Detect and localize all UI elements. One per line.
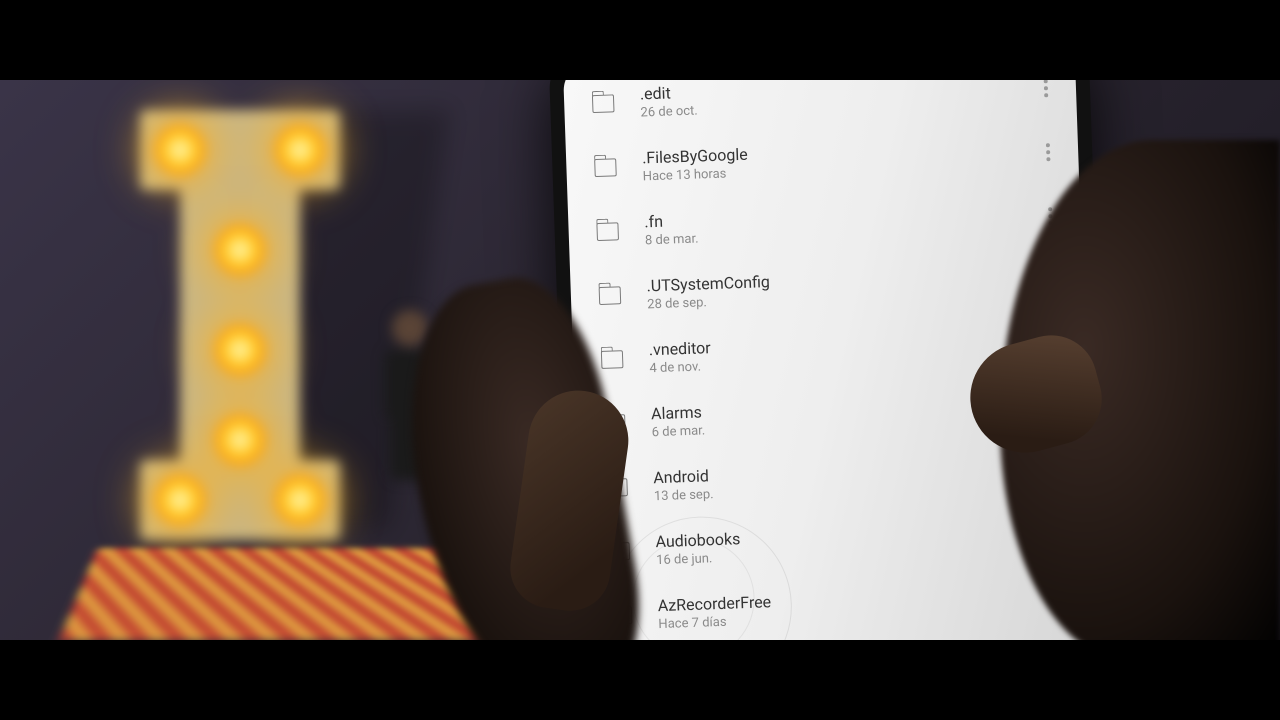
- folder-text: .UTSystemConfig28 de sep.: [646, 262, 1033, 312]
- folder-text: .FilesByGoogleHace 13 horas: [642, 135, 1029, 185]
- folder-icon: [596, 222, 619, 241]
- folder-text: .edit26 de oct.: [640, 80, 1027, 121]
- letterbox-bottom: [0, 640, 1280, 720]
- folder-icon: [599, 286, 622, 305]
- marquee-letter-i: [130, 110, 350, 540]
- folder-icon: [601, 350, 624, 369]
- background-scene: .edit26 de oct. .FilesByGoogleHace 13 hor…: [0, 80, 1280, 640]
- more-options-icon[interactable]: [1036, 80, 1057, 98]
- table-surface: [59, 548, 502, 640]
- folder-text: AzRecorderFreeHace 7 días: [657, 582, 1044, 632]
- more-options-icon[interactable]: [1038, 143, 1059, 162]
- letterbox-top: [0, 0, 1280, 80]
- folder-icon: [594, 158, 617, 177]
- folder-text: Android13 de sep.: [653, 454, 1040, 504]
- folder-text: .fn8 de mar.: [644, 199, 1031, 249]
- folder-icon: [592, 94, 615, 113]
- folder-text: Audiobooks16 de jun.: [655, 518, 1042, 568]
